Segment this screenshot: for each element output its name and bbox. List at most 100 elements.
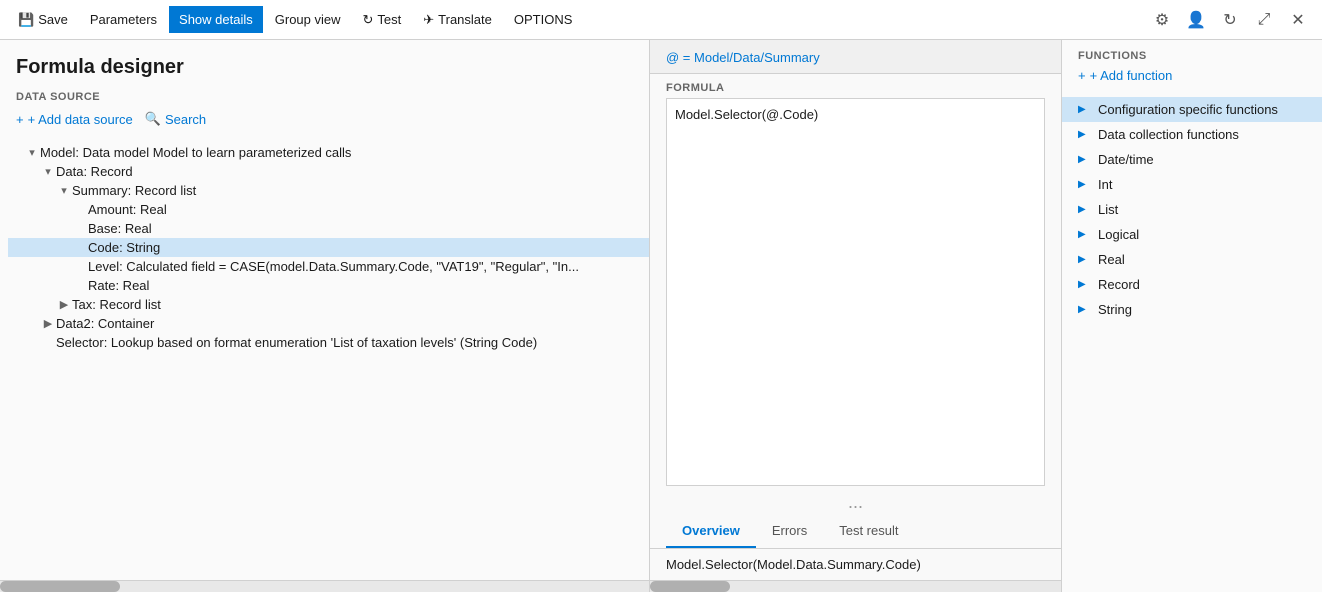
tree-item-model[interactable]: ▾Model: Data model Model to learn parame… [8,143,649,162]
middle-scroll-thumb [650,581,730,592]
tree-arrow-tax[interactable]: ▶ [56,298,72,311]
tree-arrow-model[interactable]: ▾ [24,146,40,159]
scroll-thumb [0,581,120,592]
window-actions: ⚙ 👤 ↻ ⤢ ✕ [1146,4,1314,36]
tree-item-code[interactable]: Code: String [8,238,649,257]
plus-icon: + [16,112,24,127]
right-header: FUNCTIONS + + Add function [1062,40,1322,97]
func-item-data-collection-functions[interactable]: ▶ Data collection functions [1062,122,1322,147]
tree-text-summary: Summary: Record list [72,183,196,198]
search-link[interactable]: 🔍 Search [145,111,206,127]
tree-arrow-summary[interactable]: ▾ [56,184,72,197]
result-row: Model.Selector(Model.Data.Summary.Code) [650,549,1061,580]
tree-item-tax[interactable]: ▶Tax: Record list [8,295,649,314]
func-item-record[interactable]: ▶ Record [1062,272,1322,297]
functions-list: ▶ Configuration specific functions ▶ Data c… [1062,97,1322,592]
func-item-string[interactable]: ▶String [1062,297,1322,322]
tree-text-selector: Selector: Lookup based on format enumera… [56,335,537,350]
middle-panel: @ = Model/Data/Summary FORMULA Model.Sel… [650,40,1062,592]
tree-text-level: Level: Calculated field = CASE(model.Dat… [88,259,579,274]
refresh-icon-btn[interactable]: ↻ [1214,4,1246,36]
title-bar: 💾 Save Parameters Show details Group vie… [0,0,1322,40]
func-arrow-icon: ▶ [1078,179,1092,190]
formula-path: @ = Model/Data/Summary [666,50,820,65]
tab-test-result[interactable]: Test result [823,515,914,548]
tabs-row: OverviewErrorsTest result [650,515,1061,549]
tree-arrow-data2[interactable]: ▶ [40,317,56,330]
func-text: List [1098,202,1118,217]
tree-item-summary[interactable]: ▾Summary: Record list [8,181,649,200]
settings-icon-btn[interactable]: ⚙ [1146,4,1178,36]
expand-icon-btn[interactable]: ⤢ [1248,4,1280,36]
tree-item-rate[interactable]: Rate: Real [8,276,649,295]
middle-bottom-scrollbar[interactable] [650,580,1061,592]
search-icon: 🔍 [145,111,161,127]
tree-text-data: Data: Record [56,164,133,179]
data-source-label: DATA SOURCE [16,91,633,103]
func-arrow-icon: ▶ [1078,104,1092,115]
func-arrow-icon: ▶ [1078,229,1092,240]
save-button[interactable]: 💾 Save [8,6,78,34]
tree-text-rate: Rate: Real [88,278,149,293]
func-text: Data collection functions [1098,127,1239,142]
func-text: Int [1098,177,1112,192]
func-item-real[interactable]: ▶ Real [1062,247,1322,272]
group-view-button[interactable]: Group view [265,6,351,33]
tree-arrow-data[interactable]: ▾ [40,165,56,178]
tree-text-base: Base: Real [88,221,152,236]
bottom-scrollbar[interactable] [0,580,649,592]
test-button[interactable]: ↻ Test [353,6,412,34]
user-icon-btn[interactable]: 👤 [1180,4,1212,36]
formula-text: Model.Selector(@.Code) [675,107,818,122]
toolbar-row: + + Add data source 🔍 Search [16,111,633,127]
tree-text-amount: Amount: Real [88,202,167,217]
func-text: Logical [1098,227,1139,242]
tree-item-base[interactable]: Base: Real [8,219,649,238]
func-text: Date/time [1098,152,1154,167]
func-arrow-icon: ▶ [1078,129,1092,140]
page-title: Formula designer [16,56,633,79]
tree-item-level[interactable]: Level: Calculated field = CASE(model.Dat… [8,257,649,276]
translate-icon: ✈ [423,12,434,28]
add-data-source-link[interactable]: + + Add data source [16,112,133,127]
func-text: Real [1098,252,1125,267]
func-item-list[interactable]: ▶List [1062,197,1322,222]
translate-button[interactable]: ✈ Translate [413,6,502,34]
refresh-icon: ↻ [363,12,374,28]
formula-editor[interactable]: Model.Selector(@.Code) [666,98,1045,486]
panel-header: Formula designer DATA SOURCE + + Add dat… [0,40,649,143]
tree-item-data2[interactable]: ▶Data2: Container [8,314,649,333]
save-icon: 💾 [18,12,34,28]
options-button[interactable]: OPTIONS [504,6,583,33]
main-layout: Formula designer DATA SOURCE + + Add dat… [0,40,1322,592]
left-panel: Formula designer DATA SOURCE + + Add dat… [0,40,650,592]
formula-label: FORMULA [650,74,1061,98]
add-function-link[interactable]: + + Add function [1078,68,1306,83]
func-arrow-icon: ▶ [1078,154,1092,165]
func-arrow-icon: ▶ [1078,279,1092,290]
tree-item-amount[interactable]: Amount: Real [8,200,649,219]
tree: ▾Model: Data model Model to learn parame… [0,143,649,580]
func-arrow-icon: ▶ [1078,304,1092,315]
tab-errors[interactable]: Errors [756,515,823,548]
func-item-configuration-specific-functions[interactable]: ▶ Configuration specific functions [1062,97,1322,122]
func-text: Record [1098,277,1140,292]
right-panel: FUNCTIONS + + Add function ▶ Configuratio… [1062,40,1322,592]
tree-item-selector[interactable]: Selector: Lookup based on format enumera… [8,333,649,352]
parameters-button[interactable]: Parameters [80,6,167,33]
tab-overview[interactable]: Overview [666,515,756,548]
func-arrow-icon: ▶ [1078,254,1092,265]
func-item-logical[interactable]: ▶ Logical [1062,222,1322,247]
tree-text-data2: Data2: Container [56,316,154,331]
tree-item-data[interactable]: ▾Data: Record [8,162,649,181]
formula-path-row: @ = Model/Data/Summary [650,40,1061,74]
functions-label: FUNCTIONS [1078,50,1306,62]
formula-dots: ... [650,490,1061,515]
show-details-button[interactable]: Show details [169,6,263,33]
func-text: Configuration specific functions [1098,102,1278,117]
tree-text-code: Code: String [88,240,160,255]
func-item-date/time[interactable]: ▶ Date/time [1062,147,1322,172]
func-item-int[interactable]: ▶ Int [1062,172,1322,197]
tree-text-tax: Tax: Record list [72,297,161,312]
close-icon-btn[interactable]: ✕ [1282,4,1314,36]
